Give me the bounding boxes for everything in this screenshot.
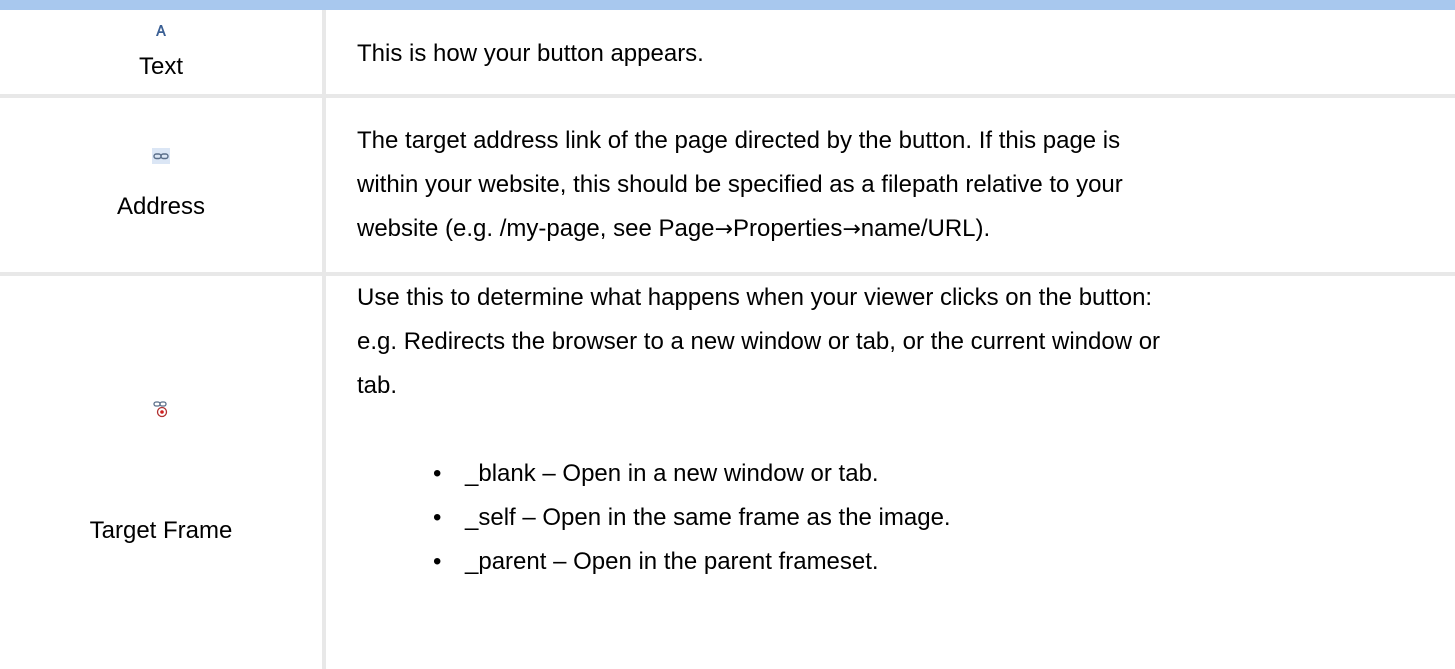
target-link-icon	[153, 400, 168, 417]
table-row-address: Address The target address link of the p…	[0, 96, 1455, 276]
bullet-icon: •	[433, 548, 442, 575]
target-description-line-3: tab.	[357, 372, 398, 399]
description-cell: This is how your button appears.	[324, 10, 1455, 98]
link-icon	[152, 148, 170, 164]
address-description-line-2: within your website, this should be spec…	[357, 170, 1123, 198]
bullet-icon: •	[433, 504, 442, 531]
description-cell: The target address link of the page dire…	[324, 96, 1455, 276]
address-text-start: website (e.g. /my-page, see Page	[357, 214, 715, 242]
icon-cell: Text	[0, 10, 326, 98]
option-self: _self – Open in the same frame as the im…	[465, 504, 951, 531]
option-parent: _parent – Open in the parent frameset.	[465, 548, 879, 575]
table-row-text: Text This is how your button appears.	[0, 10, 1455, 98]
row-label-text: Text	[138, 53, 183, 80]
target-options-list: • _blank – Open in a new window or tab. •…	[357, 452, 1435, 584]
list-item: • _self – Open in the same frame as the i…	[433, 496, 1435, 540]
text-description: This is how your button appears.	[357, 40, 704, 67]
text-format-icon	[156, 25, 166, 36]
target-description-line-2: e.g. Redirects the browser to a new wind…	[357, 328, 1161, 355]
address-description-line-3: website (e.g. /my-page, see Page→Propert…	[357, 207, 1435, 252]
list-item: • _blank – Open in a new window or tab.	[433, 452, 1435, 496]
option-blank: _blank – Open in a new window or tab.	[465, 460, 879, 487]
address-text-properties: Properties	[732, 214, 843, 242]
bullet-icon: •	[433, 460, 442, 487]
right-arrow-icon: →	[842, 216, 861, 242]
icon-cell: Target Frame	[0, 274, 326, 669]
right-arrow-icon: →	[714, 216, 733, 242]
description-cell: Use this to determine what happens when …	[324, 274, 1455, 669]
table-row-target-frame: Target Frame Use this to determine what …	[0, 274, 1455, 669]
target-description-line-1: Use this to determine what happens when …	[357, 284, 1153, 311]
header-bar	[0, 0, 1455, 10]
icon-cell: Address	[0, 96, 326, 276]
row-label-address: Address	[116, 193, 206, 220]
address-text-end: name/URL).	[860, 214, 991, 242]
properties-table: Text This is how your button appears. Ad…	[0, 10, 1455, 669]
address-description-line-1: The target address link of the page dire…	[357, 126, 1121, 154]
list-item: • _parent – Open in the parent frameset.	[433, 540, 1435, 584]
row-label-target-frame: Target Frame	[89, 516, 233, 544]
